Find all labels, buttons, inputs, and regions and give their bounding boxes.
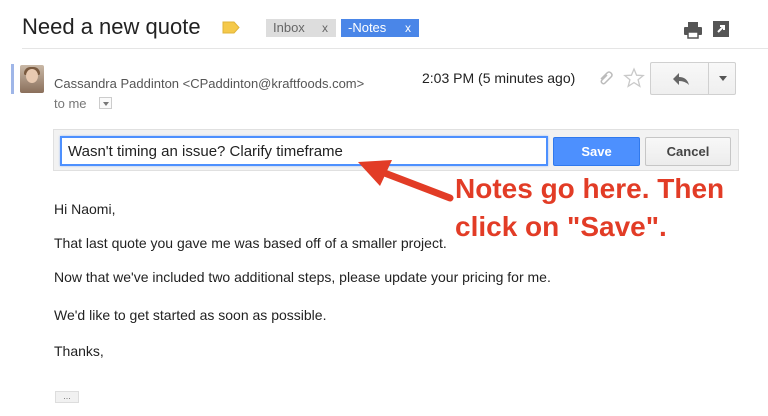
star-icon[interactable] [623,67,645,89]
annotation-callout: Notes go here. Then click on "Save". [455,170,724,246]
email-subject: Need a new quote [22,14,201,39]
show-trimmed-content-button[interactable]: ... [55,391,79,403]
remove-label-inbox-button[interactable]: x [322,19,328,37]
label-tag-icon[interactable] [222,21,240,34]
label-notes[interactable]: -Notes x [341,19,419,37]
notes-input[interactable] [60,136,548,166]
remove-label-notes-button[interactable]: x [405,19,411,37]
label-inbox-text: Inbox [273,20,305,35]
message-timestamp: 2:03 PM (5 minutes ago) [422,70,576,86]
recipient-text: to me [54,96,87,111]
cancel-button[interactable]: Cancel [645,137,731,166]
label-notes-text: -Notes [348,20,387,35]
message-selection-bar [11,64,14,94]
body-closing: Thanks, [54,343,104,359]
body-line-2: Now that we've included two additional s… [54,269,551,285]
body-greeting: Hi Naomi, [54,201,116,217]
reply-button[interactable] [650,62,708,95]
body-line-1: That last quote you gave me was based of… [54,235,447,251]
label-inbox[interactable]: Inbox x [266,19,336,37]
attachment-icon [600,71,613,85]
popout-icon[interactable] [712,20,730,38]
annotation-arrow-icon [358,160,454,202]
sender-avatar[interactable] [20,65,44,93]
reply-icon [673,73,689,85]
body-line-3: We'd like to get started as soon as poss… [54,307,327,323]
sender-name-email[interactable]: Cassandra Paddinton <CPaddinton@kraftfoo… [54,76,364,91]
header-divider [22,48,768,49]
print-icon[interactable] [683,21,703,39]
annotation-line-1: Notes go here. Then [455,173,725,204]
save-button[interactable]: Save [553,137,640,166]
annotation-line-2: click on "Save". [455,211,667,242]
more-actions-chevron-down-icon[interactable] [708,62,736,95]
show-details-chevron-icon[interactable] [99,97,112,109]
